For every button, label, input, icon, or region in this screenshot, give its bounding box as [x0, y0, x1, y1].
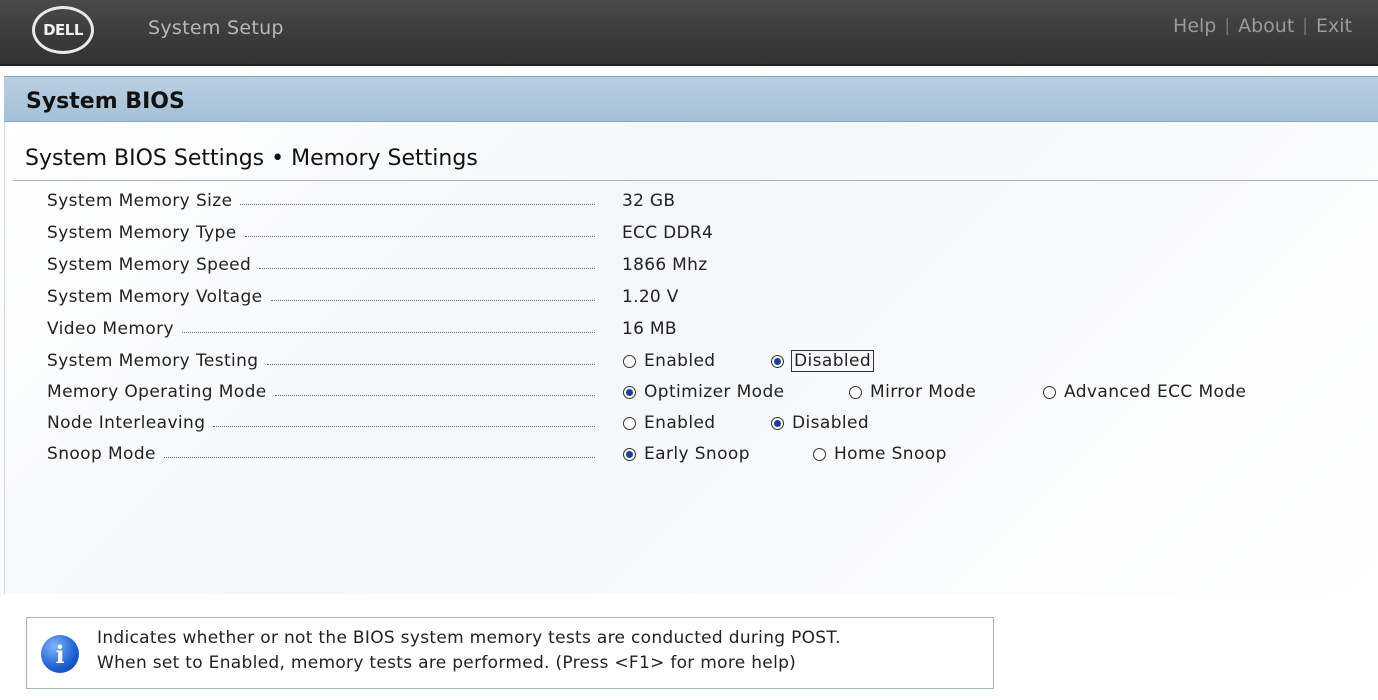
mirror-mode-radio[interactable]: Mirror Mode: [849, 378, 976, 406]
dotted-leader: [240, 203, 595, 205]
help-line-2: When set to Enabled, memory tests are pe…: [97, 653, 797, 673]
dotted-leader: [213, 425, 595, 427]
setting-label: System Memory Speed: [47, 255, 252, 275]
help-text: Indicates whether or not the BIOS system…: [97, 626, 977, 676]
optimizer-mode-radio[interactable]: Optimizer Mode: [623, 378, 785, 406]
dotted-leader: [244, 235, 595, 237]
setting-row-memory-type: System Memory Type ECC DDR4: [47, 219, 1367, 247]
setting-label: System Memory Testing: [47, 351, 259, 371]
setting-row-operating-mode: Memory Operating Mode Optimizer Mode Mir…: [47, 378, 1367, 406]
dell-logo: DELL: [32, 6, 94, 54]
setting-label: System Memory Size: [47, 191, 233, 211]
setting-row-memory-testing: System Memory Testing Enabled Disabled: [47, 347, 1367, 375]
radio-on-icon: [623, 447, 636, 461]
title-divider: [13, 180, 1378, 181]
section-bar: System BIOS: [4, 76, 1378, 122]
section-title: System BIOS: [26, 89, 185, 114]
link-separator: |: [1224, 16, 1231, 36]
help-line-1: Indicates whether or not the BIOS system…: [97, 628, 841, 648]
video-memory-value: 16 MB: [622, 319, 677, 339]
setting-label: Memory Operating Mode: [47, 382, 267, 402]
settings-panel: System BIOS Settings • Memory Settings S…: [4, 122, 1378, 594]
memory-speed-value: 1866 Mhz: [622, 255, 708, 275]
dotted-leader: [163, 456, 595, 458]
top-bar: DELL System Setup Help | About | Exit: [0, 0, 1378, 66]
memory-voltage-value: 1.20 V: [622, 287, 679, 307]
setting-row-node-interleaving: Node Interleaving Enabled Disabled: [47, 409, 1367, 437]
setting-row-memory-size: System Memory Size 32 GB: [47, 187, 1367, 215]
radio-off-icon: [813, 447, 826, 461]
setting-row-memory-voltage: System Memory Voltage 1.20 V: [47, 283, 1367, 311]
about-link[interactable]: About: [1238, 15, 1294, 37]
dotted-leader: [274, 394, 595, 396]
setting-label: System Memory Type: [47, 223, 237, 243]
memory-type-value: ECC DDR4: [622, 223, 714, 243]
early-snoop-radio[interactable]: Early Snoop: [623, 440, 750, 468]
node-interleaving-disabled-radio[interactable]: Disabled: [771, 409, 869, 437]
help-box: i Indicates whether or not the BIOS syst…: [26, 617, 994, 689]
home-snoop-radio[interactable]: Home Snoop: [813, 440, 947, 468]
setting-row-video-memory: Video Memory 16 MB: [47, 315, 1367, 343]
setting-label: Node Interleaving: [47, 413, 206, 433]
setting-label: Video Memory: [47, 319, 174, 339]
radio-off-icon: [849, 385, 862, 399]
advanced-ecc-mode-radio[interactable]: Advanced ECC Mode: [1043, 378, 1246, 406]
dotted-leader: [270, 299, 595, 301]
node-interleaving-enabled-radio[interactable]: Enabled: [623, 409, 716, 437]
radio-off-icon: [1043, 385, 1056, 399]
radio-on-icon: [771, 354, 784, 368]
page-title: System BIOS Settings • Memory Settings: [25, 146, 478, 171]
memory-size-value: 32 GB: [622, 191, 676, 211]
dotted-leader: [259, 267, 595, 269]
radio-off-icon: [623, 416, 636, 430]
radio-on-icon: [771, 416, 784, 430]
setting-row-memory-speed: System Memory Speed 1866 Mhz: [47, 251, 1367, 279]
memory-testing-enabled-radio[interactable]: Enabled: [623, 347, 716, 375]
dotted-leader: [181, 331, 595, 333]
info-icon: i: [41, 635, 79, 673]
memory-testing-disabled-radio[interactable]: Disabled: [771, 347, 875, 375]
logo-text: DELL: [43, 21, 83, 39]
app-title: System Setup: [148, 17, 284, 39]
radio-off-icon: [623, 354, 636, 368]
link-separator: |: [1302, 16, 1309, 36]
exit-link[interactable]: Exit: [1316, 15, 1352, 37]
setting-row-snoop-mode: Snoop Mode Early Snoop Home Snoop: [47, 440, 1367, 468]
setting-label: System Memory Voltage: [47, 287, 263, 307]
dotted-leader: [266, 363, 595, 365]
setting-label: Snoop Mode: [47, 444, 156, 464]
help-link[interactable]: Help: [1173, 15, 1216, 37]
radio-on-icon: [623, 385, 636, 399]
header-links: Help | About | Exit: [1173, 15, 1352, 37]
